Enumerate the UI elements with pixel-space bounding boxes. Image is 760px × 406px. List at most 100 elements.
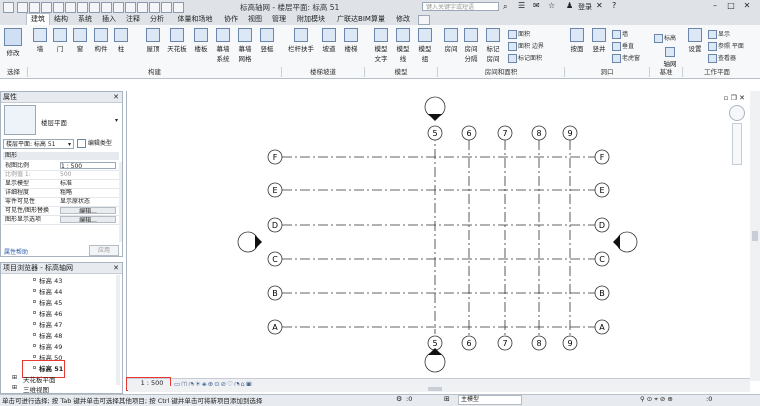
print-icon[interactable] xyxy=(65,2,76,13)
tab-structure[interactable]: 结构 xyxy=(52,14,70,25)
ribbon-toggle-icon[interactable] xyxy=(418,15,430,25)
tag-icon[interactable] xyxy=(101,2,112,13)
exchange-icon[interactable]: ✕ xyxy=(596,1,603,10)
search-input[interactable]: 键入关键字或短语 xyxy=(422,2,499,11)
prop-vg-overrides[interactable]: 可见性/图形替换 编辑... xyxy=(3,207,119,216)
tag-area-button[interactable]: 标记面积 xyxy=(508,53,542,63)
tab-manage[interactable]: 管理 xyxy=(270,14,288,25)
model-line-button[interactable]: 模型线 xyxy=(394,28,412,63)
set-workplane-button[interactable]: 设置 xyxy=(686,28,704,53)
prop-value[interactable]: 显示原状态 xyxy=(60,198,116,206)
measure-icon[interactable] xyxy=(77,2,88,13)
subscription-icon[interactable]: ☰ xyxy=(518,1,525,10)
user-icon[interactable]: ♟ xyxy=(566,1,573,10)
modify-button[interactable]: 修改 xyxy=(2,28,24,57)
tree-item-level-49[interactable]: 标高 49 xyxy=(39,341,62,351)
component-button[interactable]: 构件 xyxy=(92,28,110,53)
grid-button[interactable]: 轴网 xyxy=(660,47,680,68)
prop-view-scale[interactable]: 视图比例 1 : 500 xyxy=(3,162,119,171)
view-scale-field[interactable]: 1 : 500 xyxy=(60,162,116,169)
close-browser-icon[interactable]: ✕ xyxy=(113,264,119,272)
dormer-button[interactable]: 老虎窗 xyxy=(612,53,640,63)
railing-button[interactable]: 栏杆扶手 xyxy=(286,28,316,53)
expand-icon[interactable]: ⊞ xyxy=(12,384,17,391)
ref-plane-button[interactable]: 参照 平面 xyxy=(708,41,744,51)
undo-icon[interactable] xyxy=(41,2,52,13)
tag-room-button[interactable]: 标记房间 xyxy=(484,28,502,63)
prop-graphic-display[interactable]: 图形显示选项 编辑... xyxy=(3,216,119,225)
mullion-button[interactable]: 竖梃 xyxy=(258,28,276,53)
tree-item-level-47[interactable]: 标高 47 xyxy=(39,319,62,329)
tab-collaborate[interactable]: 协作 xyxy=(222,14,240,25)
area-button[interactable]: 面积 xyxy=(508,29,530,39)
column-button[interactable]: 柱 xyxy=(114,28,128,53)
tree-item-level-44[interactable]: 标高 44 xyxy=(39,286,62,296)
tab-modify[interactable]: 修改 xyxy=(394,14,412,25)
view-selector[interactable]: 楼层平面: 标高 51 ▾ xyxy=(3,139,74,149)
view-window-controls[interactable]: ▫ ❐ ✕ xyxy=(724,94,745,102)
graphics-section[interactable]: 图形 xyxy=(3,152,119,160)
tree-item-level-43[interactable]: 标高 43 xyxy=(39,275,62,285)
redo-icon[interactable] xyxy=(53,2,64,13)
tab-addins[interactable]: 附加模块 xyxy=(294,14,328,25)
tree-item-3d-views[interactable]: 三维视图 xyxy=(23,384,49,394)
tree-item-level-45[interactable]: 标高 45 xyxy=(39,297,62,307)
area-boundary-button[interactable]: 面积 边界 xyxy=(508,41,544,51)
section-icon[interactable] xyxy=(137,2,148,13)
properties-scrollbar[interactable] xyxy=(119,162,122,242)
stair-button[interactable]: 楼梯 xyxy=(342,28,360,53)
apply-button[interactable]: 应用 xyxy=(89,245,119,256)
communication-icon[interactable]: ✉ xyxy=(533,1,540,10)
roof-button[interactable]: 屋顶 xyxy=(144,28,162,53)
tab-systems[interactable]: 系统 xyxy=(76,14,94,25)
vertical-opening-button[interactable]: 垂直 xyxy=(612,41,634,51)
maximize-button[interactable]: □ xyxy=(724,1,738,11)
prop-value[interactable]: 粗略 xyxy=(60,189,116,197)
room-button[interactable]: 房间 xyxy=(442,28,460,53)
ceiling-button[interactable]: 天花板 xyxy=(164,28,190,53)
type-dropdown-icon[interactable]: ▾ xyxy=(115,117,118,124)
tree-item-ceiling-plans[interactable]: 天花板平面 xyxy=(23,374,56,384)
level-button[interactable]: 标高 xyxy=(654,33,676,43)
close-button[interactable]: ✕ xyxy=(740,1,754,11)
model-text-button[interactable]: 模型文字 xyxy=(372,28,390,63)
tab-view[interactable]: 视图 xyxy=(246,14,264,25)
floor-button[interactable]: 楼板 xyxy=(192,28,210,53)
save-icon[interactable] xyxy=(29,2,40,13)
tab-annotate[interactable]: 注释 xyxy=(124,14,142,25)
3d-view-icon[interactable] xyxy=(125,2,136,13)
login-link[interactable]: 登录 xyxy=(578,2,592,12)
navigation-bar[interactable] xyxy=(732,123,742,165)
prop-parts-visibility[interactable]: 零件可见性 显示原状态 xyxy=(3,198,119,207)
tab-massing-site[interactable]: 体量和场地 xyxy=(172,14,218,25)
horizontal-scrollbar[interactable] xyxy=(128,386,750,392)
app-menu-icon[interactable] xyxy=(3,2,14,13)
wall-button[interactable]: 墙 xyxy=(32,28,48,53)
text-icon[interactable] xyxy=(113,2,124,13)
prop-value[interactable]: 标准 xyxy=(60,180,116,188)
room-separator-button[interactable]: 房间分隔 xyxy=(462,28,480,63)
window-button[interactable]: 窗 xyxy=(72,28,88,53)
favorites-icon[interactable]: ☆ xyxy=(548,1,555,10)
dimension-icon[interactable] xyxy=(89,2,100,13)
tab-glodon-bim[interactable]: 广联达BIM算量 xyxy=(332,14,390,25)
help-icon[interactable]: ? xyxy=(612,1,616,10)
horizontal-scroll-thumb[interactable] xyxy=(428,387,442,391)
open-icon[interactable] xyxy=(17,2,28,13)
binoculars-icon[interactable]: ⌕ xyxy=(503,2,507,12)
edit-type-button[interactable]: 编辑类型 xyxy=(77,139,121,149)
expand-icon[interactable]: ⊞ xyxy=(12,374,17,381)
viewer-button[interactable]: 查看器 xyxy=(708,53,736,63)
minimize-button[interactable]: – xyxy=(708,1,722,11)
by-face-button[interactable]: 按面 xyxy=(568,28,586,53)
design-options-icon[interactable]: ⊞ xyxy=(444,395,450,403)
vertical-scroll-thumb[interactable] xyxy=(752,231,758,241)
vg-edit-button[interactable]: 编辑... xyxy=(60,207,116,214)
tree-item-level-46[interactable]: 标高 46 xyxy=(39,308,62,318)
show-workplane-button[interactable]: 显示 xyxy=(708,29,730,39)
close-hidden-icon[interactable] xyxy=(161,2,172,13)
worksets-icon[interactable]: ⚙ xyxy=(396,395,402,403)
tab-analyze[interactable]: 分析 xyxy=(148,14,166,25)
door-button[interactable]: 门 xyxy=(52,28,68,53)
active-model-selector[interactable]: 主模型 xyxy=(458,395,522,405)
